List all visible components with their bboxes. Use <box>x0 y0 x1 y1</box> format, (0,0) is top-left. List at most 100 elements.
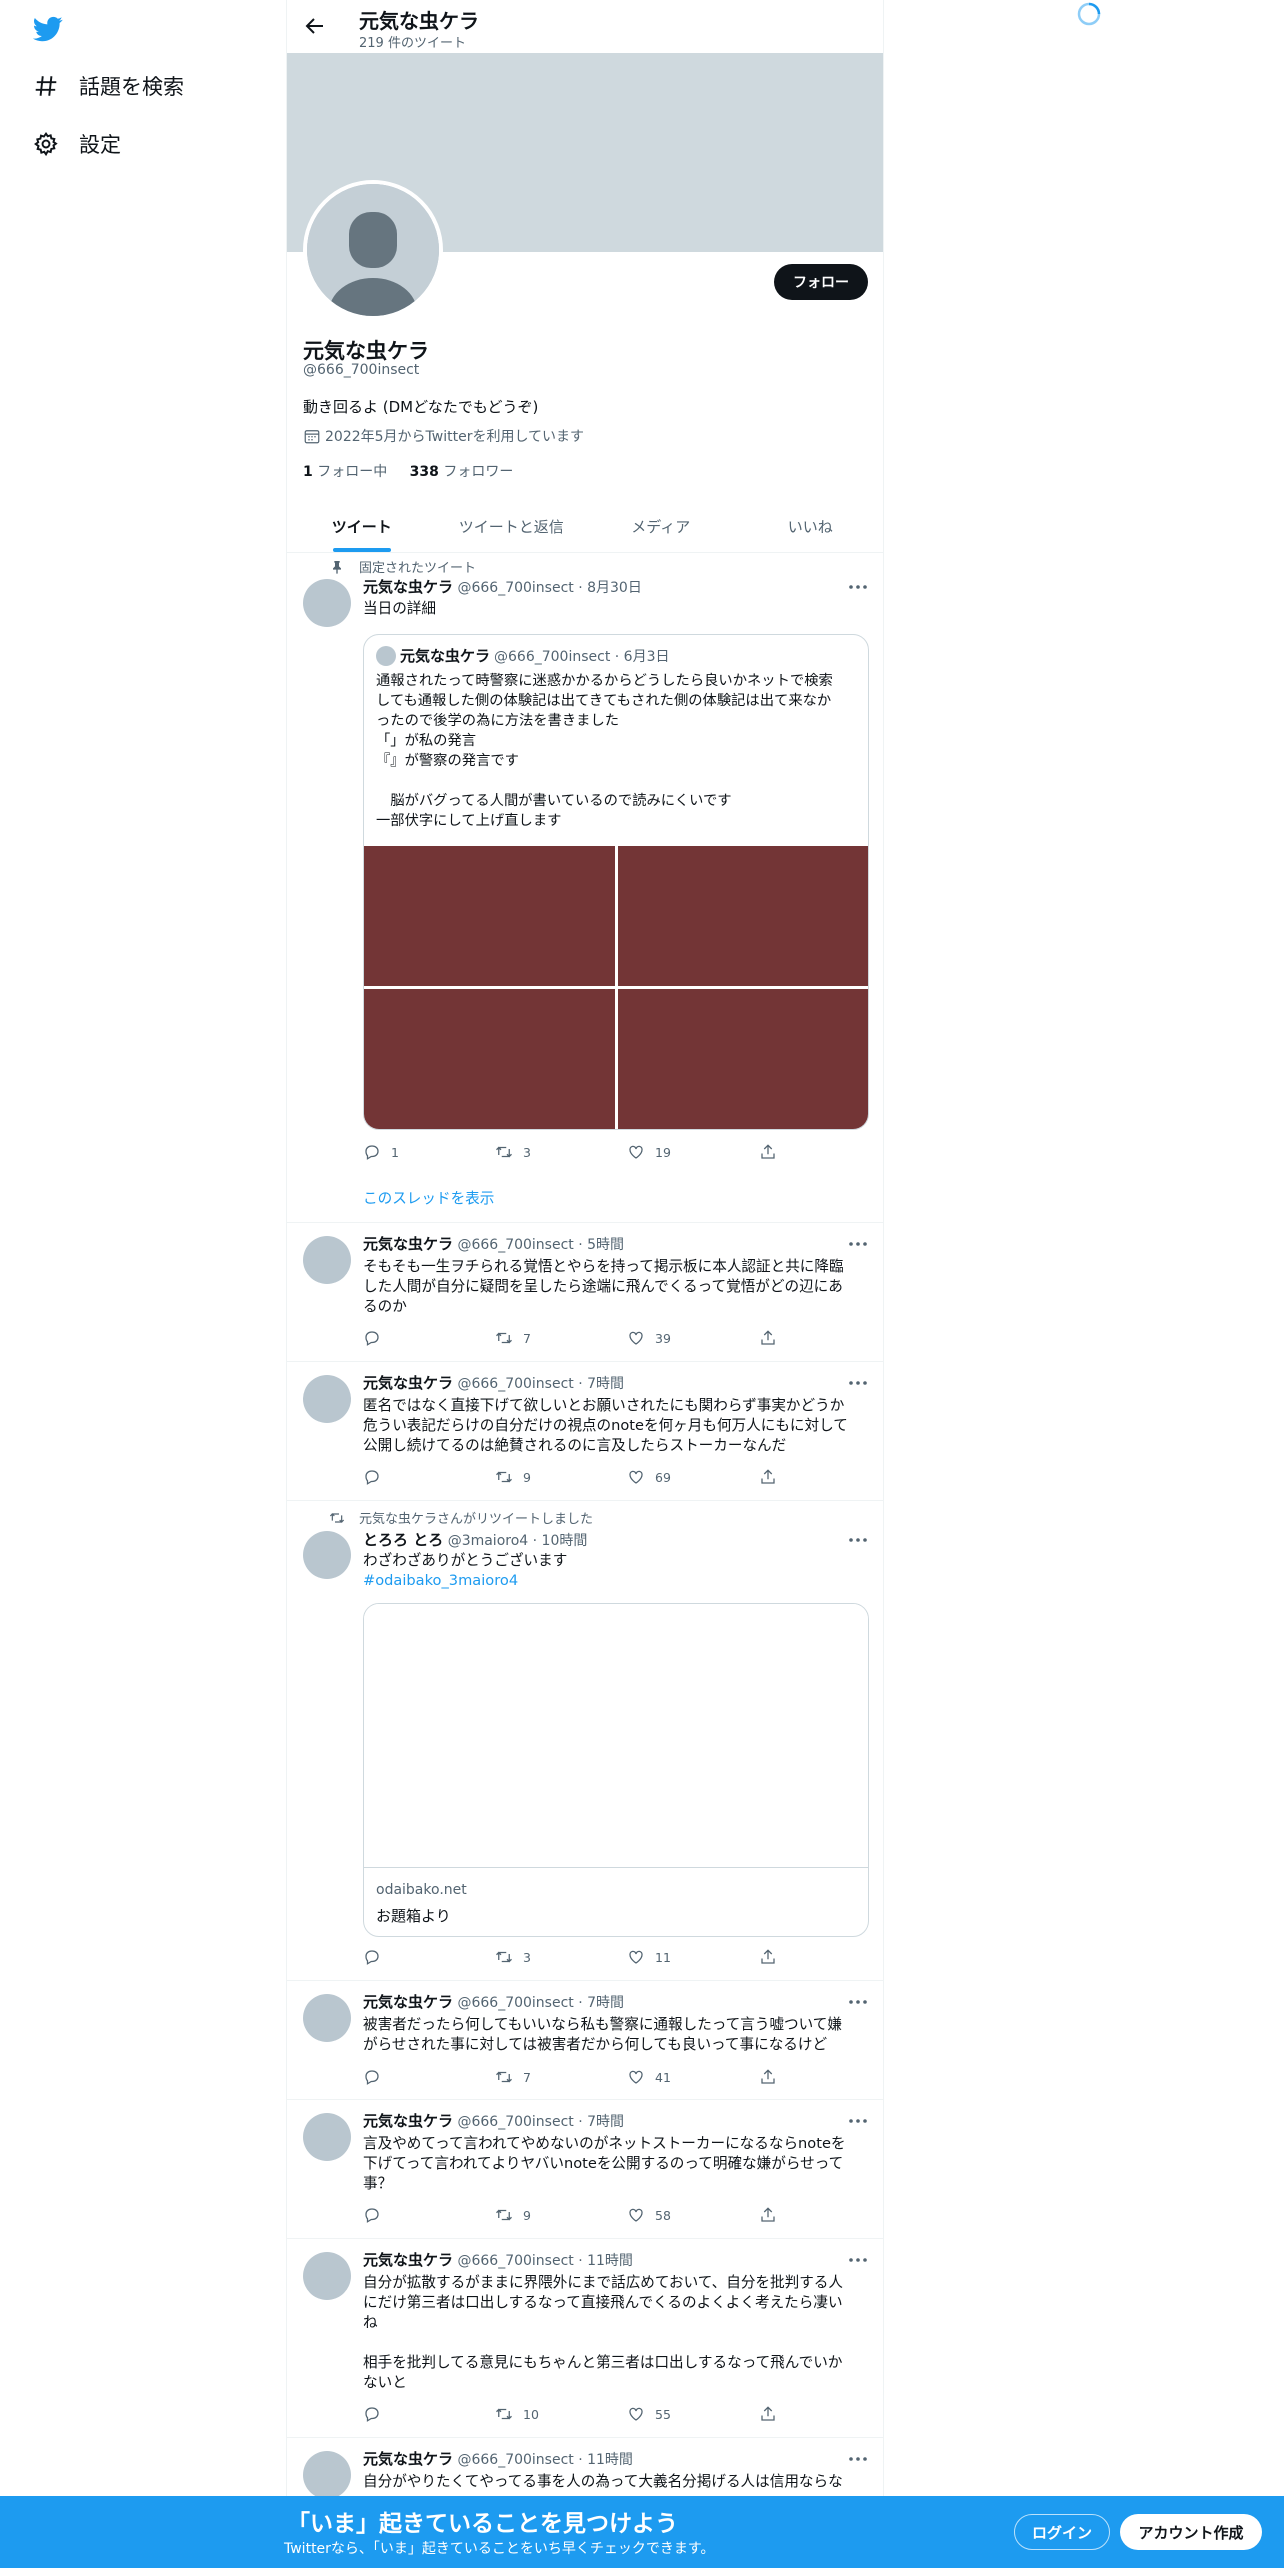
tab-label: いいね <box>787 517 833 536</box>
retweet-button[interactable]: 7 <box>495 1329 627 1347</box>
tweet-avatar[interactable] <box>303 1994 351 2042</box>
tweet-avatar[interactable] <box>303 579 351 627</box>
tweet-meta[interactable]: @666_700insect · 8月30日 <box>457 580 641 596</box>
tweet[interactable]: 元気な虫ケラ @666_700insect · 5時間 そもそも一生ヲチられる覚… <box>287 1223 883 1362</box>
retweet-button[interactable]: 9 <box>495 2206 627 2224</box>
retweet-button[interactable]: 3 <box>495 1143 627 1161</box>
tab-tweets[interactable]: ツイート <box>287 500 437 552</box>
tweet-meta[interactable]: @3maioro4 · 10時間 <box>448 1533 588 1549</box>
tweet[interactable]: 元気な虫ケラ @666_700insect · 7時間 匿名ではなく直接下げて欲… <box>287 1362 883 1501</box>
more-options-icon[interactable] <box>847 580 869 594</box>
tweet-avatar[interactable] <box>303 1531 351 1579</box>
more-options-icon[interactable] <box>847 1995 869 2009</box>
link-card[interactable]: odaibako.net お題箱より <box>363 1603 869 1937</box>
followers-link[interactable]: 338 フォロワー <box>410 464 514 480</box>
tweet-author-name[interactable]: 元気な虫ケラ <box>363 2251 453 2269</box>
login-button[interactable]: ログイン <box>1014 2514 1110 2550</box>
like-button[interactable]: 11 <box>627 1948 759 1966</box>
quoted-tweet[interactable]: 元気な虫ケラ @666_700insect · 6月3日 通報されたって時警察に迷… <box>363 634 869 1130</box>
back-arrow-icon[interactable] <box>303 14 327 38</box>
retweet-button[interactable]: 10 <box>495 2405 627 2423</box>
signup-banner-title: 「いま」起きていることを見つけよう <box>287 2511 678 2537</box>
show-thread-link[interactable]: このスレッドを表示 <box>363 1187 494 1208</box>
tab-tweets-and-replies[interactable]: ツイートと返信 <box>437 500 587 552</box>
tweet-author-name[interactable]: とろろ とろ <box>363 1531 443 1549</box>
like-button[interactable]: 69 <box>627 1468 759 1486</box>
following-link[interactable]: 1 フォロー中 <box>303 464 387 480</box>
tweet-meta[interactable]: @666_700insect · 5時間 <box>457 1237 624 1253</box>
tweet[interactable]: 元気な虫ケラ @666_700insect · 7時間 言及やめてって言われてや… <box>287 2100 883 2239</box>
media-image-4[interactable] <box>618 989 868 1129</box>
share-button[interactable] <box>759 2068 799 2086</box>
share-button[interactable] <box>759 2405 799 2423</box>
tab-media[interactable]: メディア <box>586 500 736 552</box>
follow-button[interactable]: フォロー <box>774 264 868 300</box>
tweet-meta[interactable]: @666_700insect · 7時間 <box>457 1995 624 2011</box>
tweet-author-name[interactable]: 元気な虫ケラ <box>363 1993 453 2011</box>
like-button[interactable]: 58 <box>627 2206 759 2224</box>
tweet-meta[interactable]: @666_700insect · 7時間 <box>457 2114 624 2130</box>
tweet-avatar[interactable] <box>303 1236 351 1284</box>
tweet-avatar[interactable] <box>303 2451 351 2499</box>
retweet-button[interactable]: 3 <box>495 1948 627 1966</box>
nav-settings[interactable]: 設定 <box>33 124 121 164</box>
tweet-actions: 10 55 <box>363 2405 803 2423</box>
tweet-meta[interactable]: @666_700insect · 7時間 <box>457 1376 624 1392</box>
twitter-bird-icon[interactable] <box>33 14 63 44</box>
like-count: 41 <box>655 2069 671 2085</box>
tweet[interactable]: 元気な虫ケラ @666_700insect · 11時間 自分が拡散するがままに… <box>287 2239 883 2438</box>
like-button[interactable]: 19 <box>627 1143 759 1161</box>
retweet-button[interactable]: 9 <box>495 1468 627 1486</box>
share-button[interactable] <box>759 1329 799 1347</box>
reply-button[interactable] <box>363 1329 495 1347</box>
retweet-icon <box>496 1951 512 1963</box>
tweet-author-name[interactable]: 元気な虫ケラ <box>363 2112 453 2130</box>
reply-button[interactable] <box>363 2405 495 2423</box>
tweet-author-name[interactable]: 元気な虫ケラ <box>363 2450 453 2468</box>
tweet-author-name[interactable]: 元気な虫ケラ <box>363 1235 453 1253</box>
tweet-author-name[interactable]: 元気な虫ケラ <box>363 578 453 596</box>
retweet-button[interactable]: 7 <box>495 2068 627 2086</box>
share-button[interactable] <box>759 2206 799 2224</box>
followers-label: フォロワー <box>443 464 514 480</box>
more-options-icon[interactable] <box>847 2452 869 2466</box>
nav-explore[interactable]: 話題を検索 <box>33 66 184 106</box>
tweet-author-name[interactable]: 元気な虫ケラ <box>363 1374 453 1392</box>
like-count: 19 <box>655 1144 671 1160</box>
like-count: 55 <box>655 2406 671 2422</box>
like-button[interactable]: 55 <box>627 2405 759 2423</box>
tweet-meta[interactable]: @666_700insect · 11時間 <box>457 2452 632 2468</box>
pinned-tweet[interactable]: 固定されたツイート 元気な虫ケラ @666_700insect · 8月30日 … <box>287 553 883 1223</box>
share-button[interactable] <box>759 1468 799 1486</box>
tweet-avatar[interactable] <box>303 2252 351 2300</box>
tweet[interactable]: 元気な虫ケラ @666_700insect · 7時間 被害者だったら何してもい… <box>287 1981 883 2100</box>
signup-button[interactable]: アカウント作成 <box>1120 2514 1262 2550</box>
share-button[interactable] <box>759 1143 799 1161</box>
like-count: 69 <box>655 1469 671 1485</box>
pin-icon <box>333 560 341 574</box>
more-options-icon[interactable] <box>847 2114 869 2128</box>
tweet-avatar[interactable] <box>303 2113 351 2161</box>
profile-avatar[interactable] <box>303 180 443 320</box>
like-button[interactable]: 39 <box>627 1329 759 1347</box>
reply-button[interactable] <box>363 2068 495 2086</box>
more-options-icon[interactable] <box>847 1533 869 1547</box>
reply-button[interactable] <box>363 1468 495 1486</box>
reply-button[interactable]: 1 <box>363 1143 495 1161</box>
reply-button[interactable] <box>363 2206 495 2224</box>
tab-likes[interactable]: いいね <box>736 500 884 552</box>
tweet-meta[interactable]: @666_700insect · 11時間 <box>457 2253 632 2269</box>
more-options-icon[interactable] <box>847 1376 869 1390</box>
media-image-2[interactable] <box>618 846 868 986</box>
like-button[interactable]: 41 <box>627 2068 759 2086</box>
hashtag-link[interactable]: #odaibako_3maioro4 <box>363 1572 518 1589</box>
media-image-3[interactable] <box>364 989 615 1129</box>
reply-button[interactable] <box>363 1948 495 1966</box>
media-image-1[interactable] <box>364 846 615 986</box>
more-options-icon[interactable] <box>847 2253 869 2267</box>
link-card-image <box>364 1604 868 1868</box>
share-icon <box>761 1949 775 1964</box>
tweet-avatar[interactable] <box>303 1375 351 1423</box>
more-options-icon[interactable] <box>847 1237 869 1251</box>
share-button[interactable] <box>759 1948 799 1966</box>
